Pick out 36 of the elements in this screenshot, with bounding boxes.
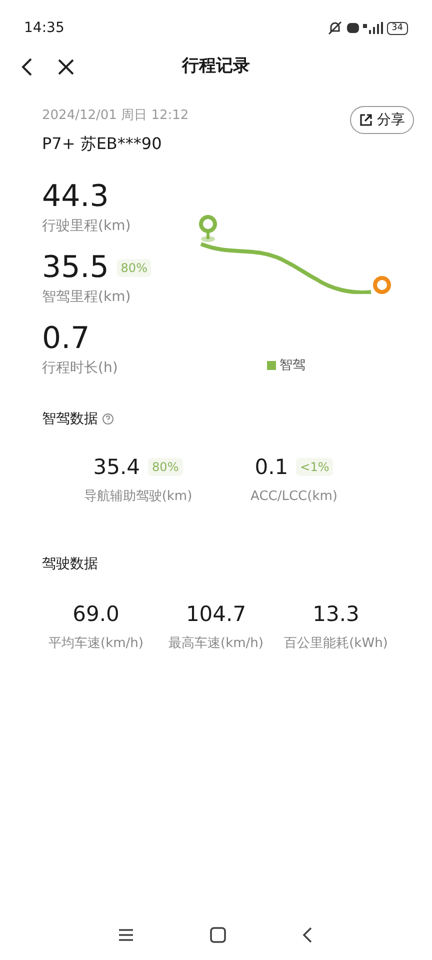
close-button[interactable]: [56, 57, 76, 77]
section-title: 驾驶数据: [42, 556, 98, 572]
stat-value: 35.4: [93, 454, 140, 480]
mute-icon: [326, 21, 343, 35]
stat-label: 平均车速(km/h): [48, 635, 144, 653]
stat-value: 35.5: [42, 248, 109, 286]
status-time: 14:35: [24, 18, 64, 38]
stat-value: 44.3: [42, 178, 109, 216]
hd-icon: [346, 23, 359, 33]
legend-label: 智驾: [280, 356, 306, 374]
help-icon[interactable]: [102, 413, 114, 425]
stat-value: 104.7: [186, 600, 246, 628]
stat-value: 0.1: [254, 454, 288, 480]
signal-icon: [362, 22, 383, 34]
page-title: 行程记录: [182, 55, 250, 78]
percentage-badge: 80%: [116, 258, 152, 276]
stat-label: 最高车速(km/h): [168, 635, 264, 653]
stat-value: 13.3: [312, 600, 360, 628]
percentage-badge: <1%: [296, 458, 334, 476]
battery-level: 34: [386, 22, 408, 34]
stat-label: 智驾里程(km): [42, 288, 132, 306]
stat-label: 行程时长(h): [42, 358, 119, 378]
menu-button[interactable]: [117, 926, 135, 944]
vehicle-plate: P7+ 苏EB***90: [42, 132, 163, 154]
stat-label: ACC/LCC(km): [250, 488, 338, 506]
stat-label: 行驶里程(km): [42, 216, 132, 236]
share-button[interactable]: 分享: [350, 106, 414, 134]
stat-value: 69.0: [72, 600, 120, 628]
stat-label: 百公里能耗(kWh): [284, 635, 388, 653]
percentage-badge: 80%: [148, 458, 183, 476]
section-title: 智驾数据: [42, 410, 98, 428]
stat-value: 0.7: [42, 320, 90, 358]
stat-label: 导航辅助驾驶(km): [84, 488, 192, 506]
share-icon: [359, 113, 373, 127]
home-button[interactable]: [209, 926, 227, 944]
trip-datetime: 2024/12/01 周日 12:12: [42, 107, 189, 125]
